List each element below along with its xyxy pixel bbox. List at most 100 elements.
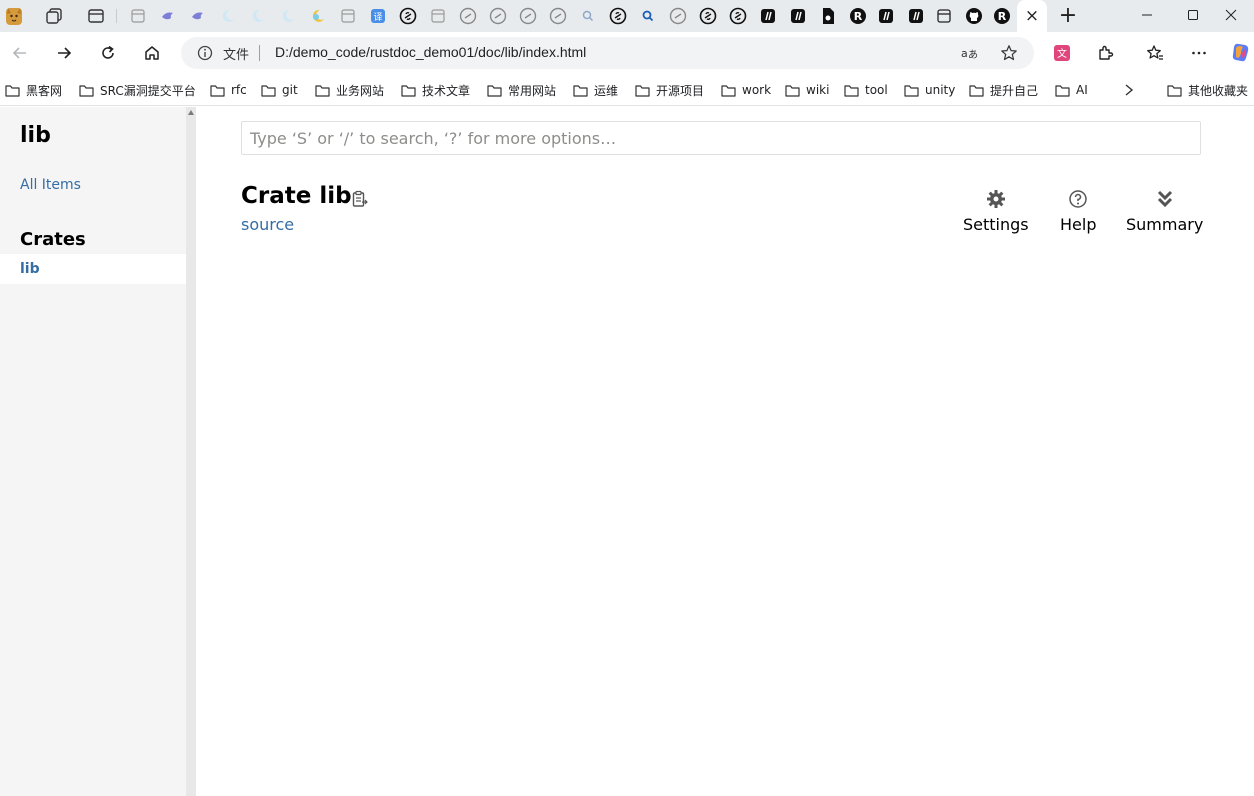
address-bar[interactable]: 文件 D:/demo_code/rustdoc_demo01/doc/lib/i…: [181, 37, 1034, 69]
tab-bird-icon[interactable]: [184, 2, 212, 30]
bookmark-folder[interactable]: rfc: [210, 81, 247, 99]
bookmark-folder[interactable]: SRC漏洞提交平台: [79, 81, 196, 99]
scroll-up-icon[interactable]: [188, 110, 194, 115]
tab-link-icon[interactable]: [544, 2, 572, 30]
tab-link-icon[interactable]: [664, 2, 692, 30]
bookmark-label: 开源项目: [656, 83, 705, 98]
bookmark-label: 技术文章: [422, 83, 471, 98]
tab-link-icon[interactable]: [454, 2, 482, 30]
search-input[interactable]: [242, 122, 1200, 154]
bookmark-label: 常用网站: [508, 83, 557, 98]
bookmark-folder[interactable]: 提升自己: [969, 81, 1038, 99]
tab-blank-icon[interactable]: [334, 2, 362, 30]
home-button[interactable]: [137, 38, 167, 68]
refresh-button[interactable]: [93, 38, 123, 68]
more-menu-button[interactable]: [1184, 38, 1214, 68]
tab-search-icon[interactable]: [634, 2, 662, 30]
bookmark-folder[interactable]: git: [261, 81, 298, 99]
sidebar-crate-name[interactable]: lib: [20, 123, 51, 148]
folder-icon: [315, 84, 330, 97]
tab-moon-icon[interactable]: [244, 2, 272, 30]
tab-link-icon[interactable]: [514, 2, 542, 30]
tab-search-icon[interactable]: [574, 2, 602, 30]
tab-link-icon[interactable]: [604, 2, 632, 30]
folder-icon: [573, 84, 588, 97]
bookmark-folder[interactable]: wiki: [785, 81, 829, 99]
tab-rust-icon[interactable]: R: [844, 2, 872, 30]
sidebar-item-lib[interactable]: lib: [0, 254, 186, 284]
tab-moon-icon[interactable]: [214, 2, 242, 30]
star-icon[interactable]: [1000, 44, 1018, 62]
tab-rust-icon[interactable]: R: [988, 2, 1016, 30]
folder-icon: [1167, 84, 1182, 97]
sidebar-item-label[interactable]: lib: [20, 261, 40, 277]
vertical-tabs-icon[interactable]: [82, 2, 110, 30]
tab-document-icon[interactable]: [814, 2, 842, 30]
bookmark-folder[interactable]: 业务网站: [315, 81, 384, 99]
back-button[interactable]: [5, 38, 35, 68]
search-box[interactable]: [241, 121, 1201, 155]
close-icon: ×: [1024, 6, 1040, 26]
tab-link-icon[interactable]: [694, 2, 722, 30]
refresh-icon: [102, 45, 114, 59]
tab-notebook-icon[interactable]: [872, 2, 900, 30]
window-close-button[interactable]: [1208, 0, 1254, 30]
profile-icon[interactable]: [0, 2, 28, 30]
bookmark-folder[interactable]: unity: [904, 81, 955, 99]
settings-button[interactable]: Settings: [963, 189, 1029, 234]
url-text[interactable]: D:/demo_code/rustdoc_demo01/doc/lib/inde…: [275, 44, 586, 60]
tab-link-icon[interactable]: [724, 2, 752, 30]
tab-blank-icon[interactable]: [930, 2, 958, 30]
tab-github-icon[interactable]: [960, 2, 988, 30]
tab-blank-icon[interactable]: [124, 2, 152, 30]
tab-notebook-icon[interactable]: [902, 2, 930, 30]
minimize-button[interactable]: [1124, 0, 1170, 30]
tab-moon-icon[interactable]: [274, 2, 302, 30]
bookmark-folder[interactable]: AI: [1055, 81, 1088, 99]
workspaces-icon[interactable]: [40, 2, 68, 30]
copy-path-button[interactable]: [350, 189, 370, 209]
active-tab-close-button[interactable]: ×: [1017, 0, 1047, 32]
extensions-button[interactable]: [1091, 38, 1121, 68]
bookmarks-overflow-button[interactable]: [1123, 81, 1141, 99]
bookmark-label: 业务网站: [336, 83, 385, 98]
tab-bird-icon[interactable]: [154, 2, 182, 30]
forward-button[interactable]: [49, 38, 79, 68]
favorites-button[interactable]: [1140, 38, 1170, 68]
other-bookmarks-folder[interactable]: 其他收藏夹: [1167, 81, 1248, 99]
bookmark-folder[interactable]: 运维: [573, 81, 618, 99]
tab-notebook-icon[interactable]: [784, 2, 812, 30]
tab-link-icon[interactable]: [394, 2, 422, 30]
bookmark-folder[interactable]: work: [721, 81, 771, 99]
sidebar-resizer[interactable]: [186, 107, 196, 796]
puzzle-icon: [1099, 45, 1114, 60]
bookmark-folder[interactable]: 开源项目: [635, 81, 704, 99]
bookmark-folder[interactable]: 黑客网: [5, 81, 62, 99]
tab-blank-icon[interactable]: [424, 2, 452, 30]
info-icon[interactable]: [197, 45, 213, 61]
tab-translate-icon[interactable]: 译: [364, 2, 392, 30]
all-items-link[interactable]: All Items: [20, 177, 81, 193]
tab-link-icon[interactable]: [484, 2, 512, 30]
translate-icon: 文: [1054, 45, 1070, 61]
tab-notebook-icon[interactable]: [754, 2, 782, 30]
summary-label: Summary: [1126, 215, 1204, 234]
help-button[interactable]: Help: [1060, 189, 1096, 234]
svg-text:译: 译: [373, 12, 382, 23]
bookmark-folder[interactable]: tool: [844, 81, 888, 99]
bookmark-label: rfc: [231, 83, 247, 97]
summary-button[interactable]: Summary: [1126, 189, 1203, 234]
bookmark-folder[interactable]: 技术文章: [401, 81, 470, 99]
home-icon: [145, 46, 159, 60]
tab-moon-icon[interactable]: [304, 2, 332, 30]
crates-heading: Crates: [20, 229, 86, 250]
copilot-button[interactable]: [1226, 38, 1254, 68]
tab-strip: 译 R R × +: [0, 0, 1254, 32]
source-link[interactable]: source: [241, 215, 294, 234]
bookmark-label: 黑客网: [26, 83, 63, 98]
bookmark-folder[interactable]: 常用网站: [487, 81, 556, 99]
read-aloud-icon[interactable]: aあ: [960, 44, 978, 62]
plus-icon: +: [1058, 3, 1078, 28]
new-tab-button[interactable]: +: [1054, 2, 1082, 30]
translate-extension-button[interactable]: 文: [1047, 38, 1077, 68]
